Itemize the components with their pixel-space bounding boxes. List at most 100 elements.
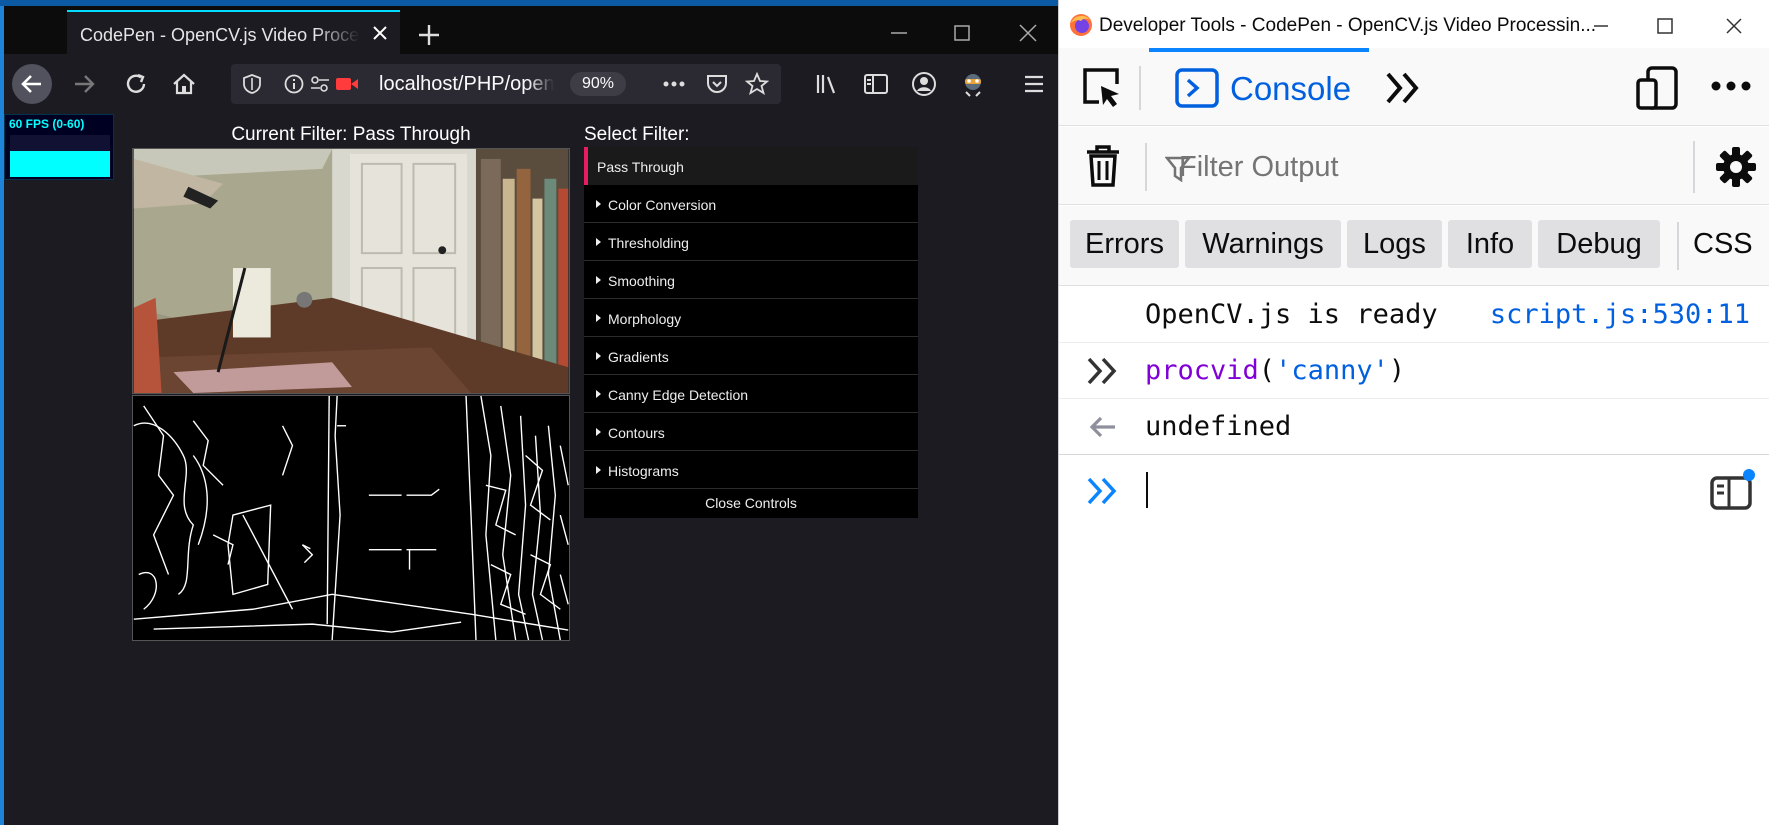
more-actions-icon[interactable] xyxy=(661,73,687,95)
close-window-icon[interactable] xyxy=(1724,16,1744,36)
tab-console-label: Console xyxy=(1230,70,1352,107)
address-bar[interactable]: localhost/PHP/opencv 90% xyxy=(231,64,781,104)
command-argument: 'canny' xyxy=(1275,355,1389,386)
desktop-strip xyxy=(0,0,1058,6)
trash-icon[interactable] xyxy=(1085,144,1121,188)
maximize-icon[interactable] xyxy=(1655,16,1675,36)
command-paren-close: ) xyxy=(1388,355,1406,386)
extension-icon[interactable] xyxy=(959,70,987,98)
filter-folder-label: Histograms xyxy=(608,463,679,479)
active-tab-indicator xyxy=(1149,48,1369,52)
sidebar-icon[interactable] xyxy=(863,72,889,96)
reload-icon xyxy=(126,73,146,93)
filter-folder-thresholding[interactable]: Thresholding xyxy=(584,223,918,261)
fps-graph xyxy=(10,151,110,177)
camera-video-canvas xyxy=(132,148,570,394)
menu-hamburger-icon[interactable] xyxy=(1022,72,1046,96)
filter-folder-label: Morphology xyxy=(608,311,682,327)
log-level-filters: Errors Warnings Logs Info Debug CSS xyxy=(1059,206,1769,286)
close-window-icon[interactable] xyxy=(1017,22,1039,44)
maximize-icon[interactable] xyxy=(951,22,973,44)
filter-logs-button[interactable]: Logs xyxy=(1347,220,1442,268)
expand-triangle-icon xyxy=(596,390,601,398)
console-result-row: undefined xyxy=(1059,399,1769,455)
fps-meter[interactable]: 60 FPS (0-60) xyxy=(4,114,114,180)
expand-triangle-icon xyxy=(596,352,601,360)
tab-console[interactable]: Console xyxy=(1149,48,1369,126)
permissions-icon[interactable] xyxy=(309,73,331,95)
settings-gear-icon[interactable] xyxy=(1715,146,1757,188)
back-arrow-icon xyxy=(21,75,41,93)
minimize-icon[interactable] xyxy=(888,22,910,44)
filter-folder-morphology[interactable]: Morphology xyxy=(584,299,918,337)
library-icon[interactable] xyxy=(815,72,841,96)
toolbar-separator xyxy=(1145,143,1147,191)
filter-debug-button[interactable]: Debug xyxy=(1538,220,1660,268)
home-button[interactable] xyxy=(164,64,204,104)
filter-folder-color-conversion[interactable]: Color Conversion xyxy=(584,185,918,223)
info-icon[interactable] xyxy=(283,73,305,95)
filter-folder-label: Canny Edge Detection xyxy=(608,387,749,403)
filter-controls-panel: Pass Through Color Conversion Thresholdi… xyxy=(584,147,918,518)
filter-folder-histograms[interactable]: Histograms xyxy=(584,451,918,489)
devtools-titlebar: Developer Tools - CodePen - OpenCV.js Vi… xyxy=(1059,0,1769,48)
minimize-icon[interactable] xyxy=(1591,16,1611,36)
pocket-icon[interactable] xyxy=(705,72,729,96)
bookmark-star-icon[interactable] xyxy=(745,72,769,96)
filter-folder-smoothing[interactable]: Smoothing xyxy=(584,261,918,299)
forward-button[interactable] xyxy=(64,64,104,104)
filter-pass-through[interactable]: Pass Through xyxy=(584,147,918,185)
tab-title: CodePen - OpenCV.js Video Processing xyxy=(80,25,360,45)
filter-folder-label: Gradients xyxy=(608,349,669,365)
navigation-bar: localhost/PHP/opencv 90% xyxy=(4,54,1058,114)
filter-warnings-button[interactable]: Warnings xyxy=(1185,220,1341,268)
fps-label: 60 FPS (0-60) xyxy=(9,117,85,131)
camera-sharing-icon[interactable] xyxy=(335,74,359,94)
overflow-menu-icon[interactable] xyxy=(1709,78,1753,94)
home-icon xyxy=(173,73,195,95)
current-filter-heading: Current Filter: Pass Through xyxy=(231,124,471,145)
filter-folder-contours[interactable]: Contours xyxy=(584,413,918,451)
console-output: OpenCV.js is ready script.js:530:11 proc… xyxy=(1059,287,1769,455)
reload-button[interactable] xyxy=(116,64,156,104)
console-command-row: procvid('canny') xyxy=(1059,343,1769,399)
account-icon[interactable] xyxy=(911,71,937,97)
more-tools-chevron-icon[interactable] xyxy=(1384,70,1424,106)
forward-arrow-icon xyxy=(75,75,95,93)
select-filter-label: Select Filter: xyxy=(584,124,690,145)
expand-triangle-icon xyxy=(596,466,601,474)
text-caret xyxy=(1146,472,1148,508)
close-tab-icon[interactable] xyxy=(370,23,390,43)
shield-icon[interactable] xyxy=(241,73,263,95)
close-controls-button[interactable]: Close Controls xyxy=(584,489,918,518)
filter-errors-button[interactable]: Errors xyxy=(1070,220,1179,268)
zoom-indicator[interactable]: 90% xyxy=(570,72,626,96)
command-chevron-icon xyxy=(1087,357,1117,385)
filter-folder-label: Contours xyxy=(608,425,665,441)
console-toolbar xyxy=(1059,127,1769,205)
filter-folder-label: Smoothing xyxy=(608,273,675,289)
expand-triangle-icon xyxy=(596,200,601,208)
devtools-window: Developer Tools - CodePen - OpenCV.js Vi… xyxy=(1058,0,1769,825)
browser-tab[interactable]: CodePen - OpenCV.js Video Processing xyxy=(67,10,400,54)
element-picker-icon[interactable] xyxy=(1079,64,1125,110)
back-button[interactable] xyxy=(12,64,52,104)
filter-folder-canny-edge-detection[interactable]: Canny Edge Detection xyxy=(584,375,918,413)
console-input[interactable] xyxy=(1059,456,1769,536)
toolbar-separator xyxy=(1693,141,1695,193)
filter-info-button[interactable]: Info xyxy=(1448,220,1532,268)
filter-css-button[interactable]: CSS xyxy=(1693,220,1753,268)
expand-triangle-icon xyxy=(596,314,601,322)
editor-mode-toggle-icon[interactable] xyxy=(1709,468,1757,512)
filter-folder-gradients[interactable]: Gradients xyxy=(584,337,918,375)
new-tab-icon[interactable] xyxy=(416,22,442,48)
firefox-logo-icon xyxy=(1070,14,1092,36)
toolbar-separator xyxy=(1677,222,1679,270)
command-function: procvid xyxy=(1145,355,1259,386)
responsive-design-icon[interactable] xyxy=(1636,66,1680,110)
filter-output-input[interactable] xyxy=(1179,147,1479,187)
log-source-link[interactable]: script.js:530:11 xyxy=(1490,299,1750,330)
processed-video-canvas xyxy=(132,395,570,641)
tab-bar: CodePen - OpenCV.js Video Processing xyxy=(4,6,1058,54)
command-text: procvid('canny') xyxy=(1145,355,1405,386)
